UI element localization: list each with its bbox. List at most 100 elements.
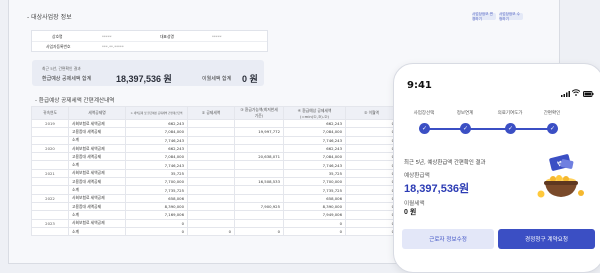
col-header: 세액공제명 — [68, 106, 126, 120]
edit-business-button[interactable]: 사업장정보 수정하기 — [499, 12, 523, 21]
table-cell-year — [31, 160, 69, 170]
info-row: 사업자등록번호 ***-**-***** — [32, 41, 267, 51]
battery-icon — [583, 82, 594, 97]
table-cell-name: 사회보험료 세액공제 — [68, 118, 126, 129]
table-cell-c2 — [187, 185, 235, 195]
table-cell-year: 2023 — [31, 218, 69, 228]
carry-label: 이월세액 — [404, 201, 425, 207]
step-check-icon: ✓ — [505, 123, 516, 134]
table-cell-c1: 0 — [125, 226, 188, 237]
table-cell-c1: 0 — [125, 218, 188, 228]
table-cell-c4: 0 — [283, 226, 346, 237]
table-cell-year: 2019 — [31, 118, 69, 129]
table-cell-c2 — [187, 193, 235, 203]
table-cell-c5: 0 — [345, 201, 398, 212]
col-header: ⑤ 이월액 — [345, 106, 398, 120]
table-cell-c4: 7,700,000 — [283, 177, 346, 187]
request-contract-button[interactable]: 경정청구 계약요청 — [498, 229, 595, 249]
table-cell-c3: 7,900,925 — [234, 201, 284, 212]
table-cell-c1: 7,169,006 — [125, 210, 188, 220]
table-cell-year — [31, 226, 69, 237]
table-cell-c5: 0 — [345, 160, 398, 170]
table-cell-c3 — [234, 160, 284, 170]
table-cell-c1: 658,006 — [125, 193, 188, 203]
table-cell-c1: 662,243 — [125, 143, 188, 154]
table-cell-c2 — [187, 168, 235, 179]
info-value: ***** — [102, 34, 112, 39]
step-label: 정보연계 — [456, 111, 474, 116]
table-cell-name: 소계 — [68, 135, 126, 145]
table-cell-c1: 7,746,243 — [125, 135, 188, 145]
info-key: 대표성명 — [160, 34, 174, 39]
table-cell-c3 — [234, 193, 284, 203]
money-pot-icon: ₩ — [536, 150, 586, 200]
table-cell-c3 — [234, 168, 284, 179]
col-header: 귀속연도 — [31, 106, 69, 120]
col-header: ① 세액공제 및 환급예상 공제세액 간편계산금액 — [125, 106, 188, 120]
table-cell-c2: 0 — [187, 226, 235, 237]
col-header: ④ 환급예상 공제세액 (=min(①,③)-②) — [283, 106, 346, 120]
table-cell-c2 — [187, 152, 235, 162]
table-cell-c2 — [187, 127, 235, 137]
table-cell-name: 고용증대 세액공제 — [68, 201, 126, 212]
refund-total-label: 환급예상 공제세액 합계 — [42, 76, 92, 82]
table-cell-c2 — [187, 210, 235, 220]
table-cell-c2 — [187, 218, 235, 228]
table-cell-c4: 662,243 — [283, 118, 346, 129]
table-cell-c1: 7,084,000 — [125, 127, 188, 137]
progress-line — [424, 128, 554, 130]
table-cell-name: 사회보험료 세액공제 — [68, 143, 126, 154]
table-cell-c5: 0 — [345, 118, 398, 129]
table-cell-name: 소계 — [68, 226, 126, 237]
progress-steps: 사업장선택 정보연계 의료기여도가 간편확인 ✓ ✓ ✓ ✓ — [408, 110, 568, 140]
info-key: 상호명 — [52, 34, 63, 39]
status-time: 9:41 — [407, 80, 432, 91]
table-cell-c3 — [234, 118, 284, 129]
table-cell-c4: 662,243 — [283, 143, 346, 154]
summary-caption: 최근 5년, 간편확인 결과 — [42, 66, 81, 71]
wifi-icon — [571, 81, 581, 96]
edit-worker-button[interactable]: 근로자 정보수정 — [402, 229, 494, 249]
carry-amount: 0 원 — [404, 209, 417, 216]
table-cell-year — [31, 135, 69, 145]
table-cell-c5: 0 — [345, 143, 398, 154]
table-cell-name: 소계 — [68, 160, 126, 170]
table-cell-c4: 7,949,006 — [283, 210, 346, 220]
col-header: ③ 환급가능액(최저한세 기준) — [234, 106, 284, 120]
table-cell-c3: 19,997,772 — [234, 127, 284, 137]
table-cell-c4: 7,746,243 — [283, 160, 346, 170]
change-business-button[interactable]: 사업장정보 변경하기 — [472, 12, 496, 21]
table-cell-c4: 7,746,243 — [283, 135, 346, 145]
table-cell-name: 사회보험료 세액공제 — [68, 168, 126, 179]
table-cell-year — [31, 210, 69, 220]
table-cell-c2 — [187, 135, 235, 145]
table-cell-year — [31, 127, 69, 137]
table-cell-c4: 7,735,725 — [283, 185, 346, 195]
table-cell-c2 — [187, 118, 235, 129]
table-cell-year — [31, 201, 69, 212]
table-cell-c3 — [234, 210, 284, 220]
table-cell-year: 2022 — [31, 193, 69, 203]
table-cell-year — [31, 185, 69, 195]
table-cell-c4: 0 — [283, 218, 346, 228]
table-cell-c1: 7,735,725 — [125, 185, 188, 195]
phone-mockup: 9:41 사업장선택 정보연계 의료기여도가 간편확인 ✓ ✓ ✓ ✓ 최근 5… — [393, 63, 600, 273]
table-cell-c3 — [234, 135, 284, 145]
table-cell-c3: 16,508,533 — [234, 177, 284, 187]
table-cell-c3 — [234, 143, 284, 154]
table-cell-c2 — [187, 201, 235, 212]
table-cell-c4: 658,006 — [283, 193, 346, 203]
table-cell-c1: 7,700,000 — [125, 177, 188, 187]
carry-total-label: 이월세액 합계 — [202, 76, 232, 82]
table-cell-c5: 0 — [345, 226, 398, 237]
result-caption: 최근 5년, 예상환급액 간편확인 결과 — [404, 160, 486, 166]
table-cell-year — [31, 152, 69, 162]
step-check-icon: ✓ — [419, 123, 430, 134]
carry-total-value: 0 원 — [242, 74, 258, 84]
table-cell-name: 고용증대 세액공제 — [68, 152, 126, 162]
refund-label: 예상환급액 — [404, 173, 430, 179]
step-label: 의료기여도가 — [497, 111, 523, 116]
table-cell-c3 — [234, 218, 284, 228]
table-cell-name: 사회보험료 세액공제 — [68, 218, 126, 228]
table-cell-year: 2021 — [31, 168, 69, 179]
